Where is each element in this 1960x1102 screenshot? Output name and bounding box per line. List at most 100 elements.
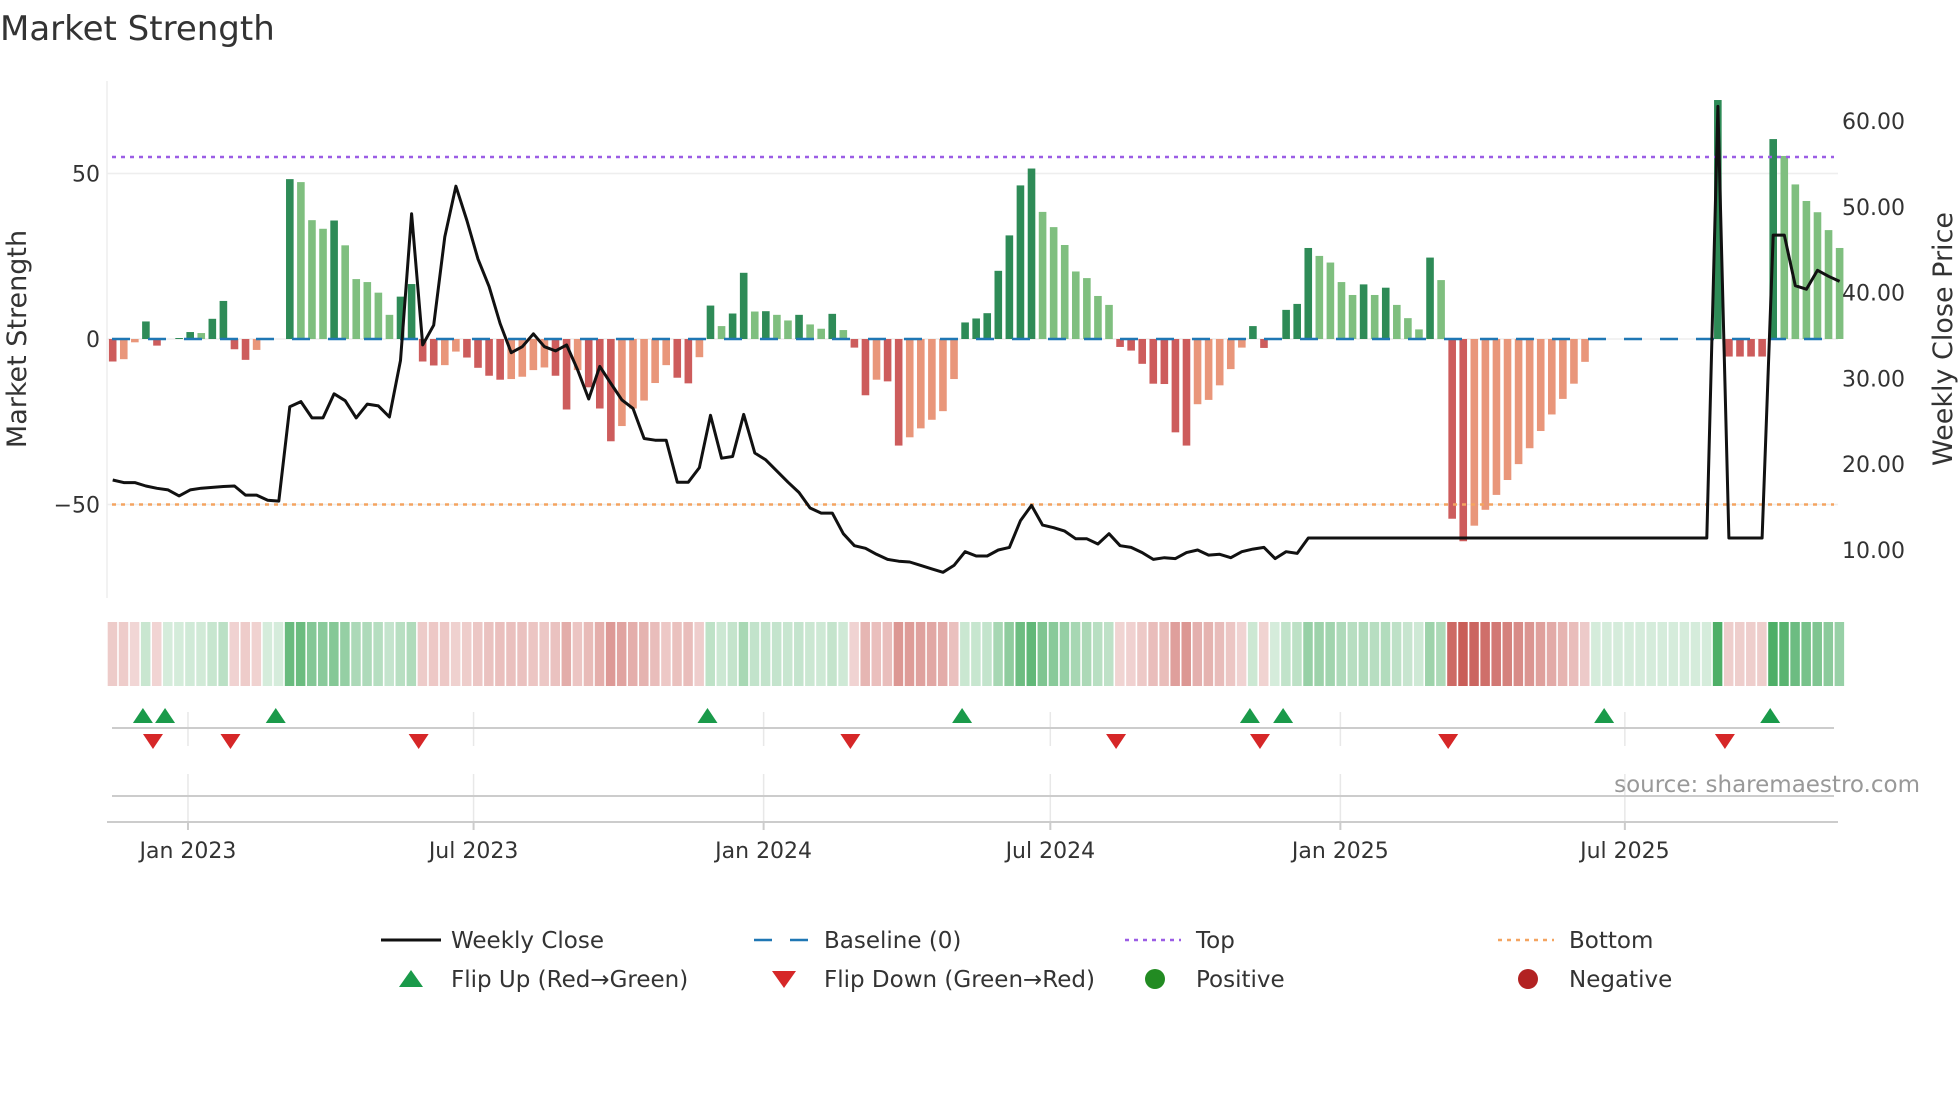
strength-bar <box>441 339 449 366</box>
strength-bar <box>961 322 969 339</box>
strip-cell <box>771 622 782 686</box>
strip-cell <box>627 622 638 686</box>
strength-bar <box>618 339 626 427</box>
strength-bar <box>972 318 980 339</box>
strength-bar <box>939 339 947 412</box>
strip-cell <box>926 622 937 686</box>
strip-cell <box>1690 622 1701 686</box>
strip-cell <box>251 622 262 686</box>
strip-cell <box>174 622 184 686</box>
strength-bar <box>286 179 294 339</box>
strength-bar <box>994 270 1003 339</box>
strip-cell <box>129 622 140 686</box>
legend-item-positive: Positive <box>1145 967 1285 993</box>
circle-positive-icon <box>1145 969 1165 989</box>
strength-bar <box>983 313 992 339</box>
strip-cell <box>760 622 771 686</box>
strip-cell <box>473 622 483 686</box>
strip-cell <box>1092 622 1103 686</box>
strength-bar <box>894 339 903 446</box>
legend-label: Bottom <box>1569 928 1653 954</box>
strip-cell <box>1358 622 1369 686</box>
strip-cell <box>816 622 826 686</box>
strength-bar <box>584 339 593 388</box>
strength-bar <box>1426 257 1434 339</box>
strip-cell <box>871 622 882 686</box>
strip-cell <box>960 622 970 686</box>
y-tick-label: 50 <box>72 163 100 188</box>
strength-bar <box>706 305 715 339</box>
strip-cell <box>284 622 295 686</box>
strip-cell <box>1059 622 1070 686</box>
strip-cell <box>882 622 893 686</box>
strength-bar <box>1393 304 1401 339</box>
strip-cell <box>672 622 682 686</box>
strip-cell <box>1181 622 1191 686</box>
legend-label: Flip Down (Green→Red) <box>824 967 1095 993</box>
strip-cell <box>1469 622 1479 686</box>
flip-down-marker <box>142 734 163 749</box>
strength-bar <box>1249 326 1257 339</box>
legend-item-top: Top <box>1125 928 1235 954</box>
strength-bar <box>1570 339 1578 384</box>
strength-bar <box>629 339 637 409</box>
strip-cell <box>583 622 594 686</box>
strip-cell <box>1104 622 1114 686</box>
strength-bar <box>1536 339 1545 432</box>
strength-bar <box>131 339 139 343</box>
strip-cell <box>616 622 627 686</box>
strip-cell <box>273 622 284 686</box>
strip-cell <box>450 622 461 686</box>
legend-label: Weekly Close <box>451 928 604 954</box>
strip-cell <box>384 622 394 686</box>
strength-bar <box>1481 339 1490 510</box>
strip-cell <box>1303 622 1313 686</box>
legend-label: Negative <box>1569 967 1672 993</box>
strength-bar <box>319 228 327 339</box>
strip-cell <box>1203 622 1214 686</box>
strip-cell <box>683 622 693 686</box>
strip-cell <box>1314 622 1324 686</box>
strip-cell <box>1126 622 1136 686</box>
strength-bar <box>1548 339 1556 415</box>
strip-cell <box>1513 622 1524 686</box>
x-tick-label: Jan 2025 <box>1290 839 1389 864</box>
strength-bar <box>861 339 870 396</box>
strip-cell <box>1679 622 1690 686</box>
strength-bar <box>1060 244 1069 339</box>
strength-bar <box>496 339 504 380</box>
strip-cell <box>915 622 926 686</box>
strength-bar <box>374 292 383 339</box>
strength-bar <box>739 272 748 339</box>
strength-bar <box>341 245 349 339</box>
strip-cell <box>140 622 151 686</box>
strip-cell <box>1491 622 1501 686</box>
strength-bar <box>429 339 438 366</box>
strip-cell <box>639 622 649 686</box>
x-tick-label: Jul 2023 <box>427 839 519 864</box>
strength-bar <box>1105 304 1113 339</box>
strip-cell <box>650 622 660 686</box>
legend-item-negative: Negative <box>1518 967 1672 993</box>
strip-cell <box>1723 622 1734 686</box>
strength-bar <box>1282 309 1290 339</box>
flip-up-marker <box>1594 708 1615 723</box>
strip-cell <box>1148 622 1158 686</box>
strip-cell <box>827 622 837 686</box>
strip-cell <box>1048 622 1059 686</box>
strip-cell <box>1391 622 1402 686</box>
strip-cell <box>1292 622 1302 686</box>
strip-cell <box>904 622 915 686</box>
strip-cell <box>1779 622 1789 686</box>
y-axis-label: Market Strength <box>2 230 33 448</box>
strength-bar <box>817 328 825 339</box>
strength-bar <box>795 314 803 339</box>
strip-cell <box>1458 622 1468 686</box>
strength-bar <box>485 339 493 376</box>
strip-cell <box>240 622 251 686</box>
strip-cell <box>1037 622 1048 686</box>
legend: Weekly Close Baseline (0) Top Bottom Flip Up… <box>381 928 1672 993</box>
strength-bar <box>806 324 814 339</box>
strength-bar <box>529 339 538 371</box>
strength-bar <box>1127 339 1135 351</box>
